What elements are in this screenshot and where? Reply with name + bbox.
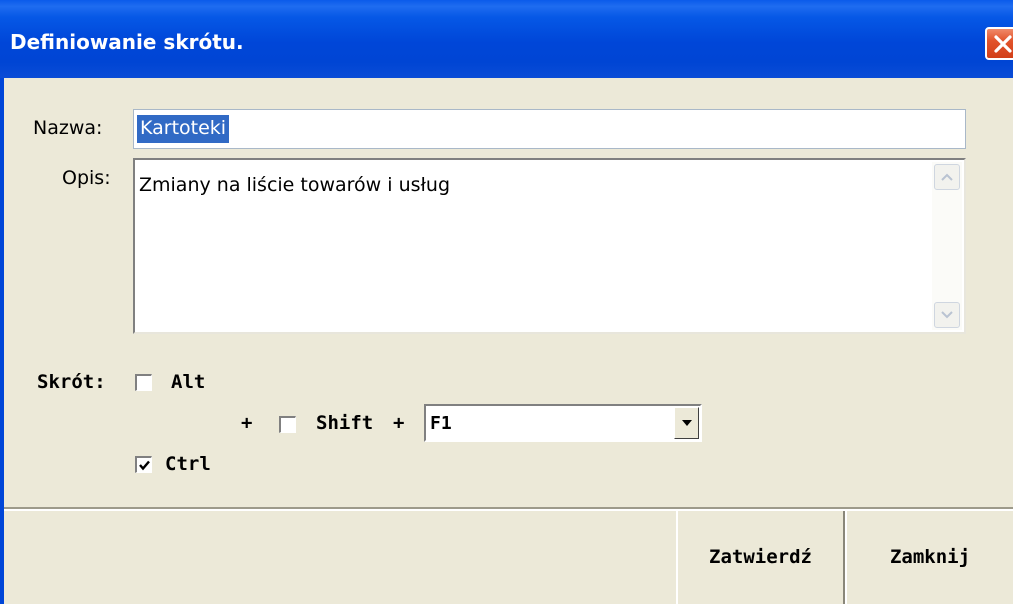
key-select-value: F1	[430, 413, 452, 434]
shift-checkbox[interactable]	[279, 416, 296, 433]
ctrl-label: Ctrl	[165, 453, 211, 475]
close-button[interactable]: Zamknij	[845, 511, 1013, 604]
plus-sign: +	[241, 412, 253, 434]
shortcut-label: Skrót:	[37, 371, 106, 393]
scroll-down-button[interactable]	[934, 302, 960, 328]
dialog-window: Definiowanie skrótu. Nazwa: Kartoteki Op…	[0, 0, 1013, 604]
window-title: Definiowanie skrótu.	[10, 30, 244, 54]
vertical-scrollbar[interactable]	[932, 162, 962, 330]
scroll-up-button[interactable]	[934, 164, 960, 190]
name-input[interactable]: Kartoteki	[133, 109, 966, 149]
name-input-value: Kartoteki	[137, 115, 230, 143]
window-border	[0, 78, 4, 604]
key-select-dropdown-button[interactable]	[674, 407, 699, 439]
name-label: Nazwa:	[33, 117, 103, 139]
description-text: Zmiany na liście towarów i usług	[139, 174, 451, 196]
ctrl-checkbox[interactable]	[135, 456, 152, 473]
alt-label: Alt	[171, 371, 206, 393]
confirm-button[interactable]: Zatwierdź	[676, 511, 845, 604]
confirm-button-label: Zatwierdź	[709, 546, 812, 568]
description-textarea[interactable]: Zmiany na liście towarów i usług	[133, 158, 966, 334]
close-window-button[interactable]	[985, 27, 1013, 60]
description-label: Opis:	[62, 167, 111, 189]
alt-checkbox[interactable]	[135, 374, 152, 391]
plus-sign: +	[393, 412, 405, 434]
title-bar[interactable]: Definiowanie skrótu.	[0, 0, 1013, 78]
key-select[interactable]: F1	[424, 404, 702, 442]
shift-label: Shift	[316, 412, 374, 434]
close-button-label: Zamknij	[889, 546, 971, 568]
